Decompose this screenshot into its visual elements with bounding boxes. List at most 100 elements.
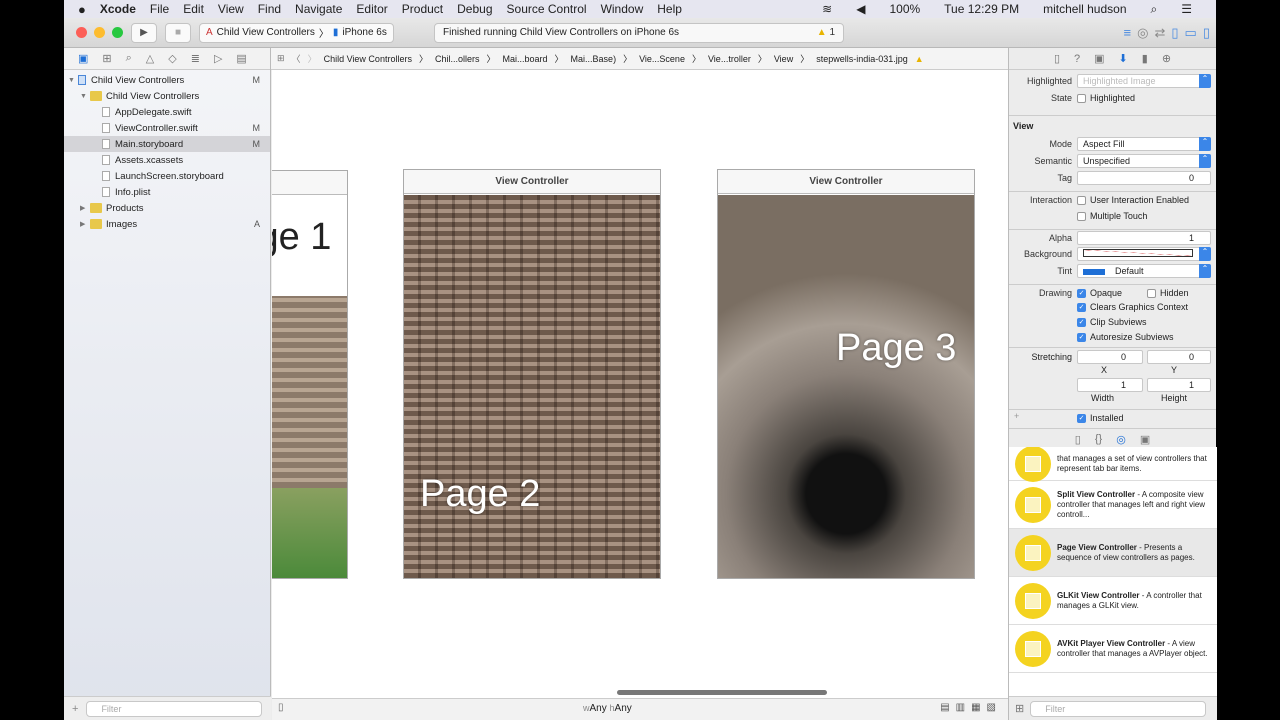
disclosure-triangle-icon[interactable]: ▼	[80, 93, 90, 100]
installed-checkbox[interactable]: ✓ Installed	[1077, 413, 1124, 423]
content-mode-select[interactable]: Aspect Fill	[1077, 137, 1211, 151]
alpha-stepper[interactable]: 1	[1077, 231, 1211, 245]
navigator-item[interactable]: Assets.xcassets	[64, 152, 270, 168]
identity-inspector-icon[interactable]: ▣	[1094, 52, 1104, 65]
breadcrumb-folder[interactable]: Chil...ollers	[435, 54, 480, 64]
breadcrumb-scene[interactable]: Vie...Scene	[639, 54, 685, 64]
menu-file[interactable]: File	[150, 2, 169, 16]
object-library-list[interactable]: that manages a set of view controllers t…	[1009, 447, 1217, 696]
semantic-select[interactable]: Unspecified	[1077, 154, 1211, 168]
connections-inspector-icon[interactable]: ⊕	[1162, 52, 1171, 65]
related-items-icon[interactable]: ⊞	[277, 53, 285, 64]
breadcrumb-controller[interactable]: Vie...troller	[708, 54, 751, 64]
notification-center-icon[interactable]: ☰	[1181, 2, 1192, 17]
navigator-item[interactable]: ▼ Child View Controllers M	[64, 72, 270, 88]
add-icon[interactable]: +	[72, 703, 78, 715]
run-button[interactable]: ▶	[131, 22, 157, 43]
navigator-item[interactable]: ViewController.swift M	[64, 120, 270, 136]
minimize-window-button[interactable]	[94, 27, 105, 38]
menu-editor[interactable]: Editor	[356, 2, 387, 16]
object-library-icon[interactable]: ◎	[1116, 433, 1126, 446]
horizontal-scrollbar[interactable]	[617, 690, 827, 695]
warning-icon[interactable]: ▲	[915, 54, 924, 64]
stretch-width-stepper[interactable]: 1	[1077, 378, 1143, 392]
file-template-library-icon[interactable]: ▯	[1075, 433, 1081, 446]
report-navigator-icon[interactable]: ▤	[236, 52, 246, 65]
autolayout-buttons[interactable]: ▤▥▦▧	[940, 702, 1002, 713]
menu-view[interactable]: View	[218, 2, 244, 16]
highlighted-checkbox[interactable]: Highlighted	[1077, 93, 1135, 103]
menu-product[interactable]: Product	[402, 2, 443, 16]
disclosure-triangle-icon[interactable]: ▶	[80, 220, 90, 228]
toggle-debug-area-icon[interactable]: ▭	[1185, 25, 1197, 41]
breadcrumb-image[interactable]: stepwells-india-031.jpg	[816, 54, 908, 64]
stretch-y-stepper[interactable]: 0	[1147, 350, 1211, 364]
quick-help-icon[interactable]: ?	[1074, 53, 1080, 65]
apple-menu-icon[interactable]: ●	[78, 2, 86, 17]
library-item[interactable]: Page View Controller - Presents a sequen…	[1009, 529, 1217, 577]
menu-window[interactable]: Window	[601, 2, 644, 16]
toggle-utilities-icon[interactable]: ▯	[1203, 25, 1210, 41]
stretch-x-stepper[interactable]: 0	[1077, 350, 1143, 364]
navigator-item[interactable]: ▼ Child View Controllers	[64, 88, 270, 104]
breadcrumb-project[interactable]: Child View Controllers	[324, 54, 412, 64]
add-variation-icon[interactable]: +	[1014, 411, 1019, 421]
disclosure-triangle-icon[interactable]: ▼	[68, 77, 78, 84]
navigator-item[interactable]: Info.plist	[64, 184, 270, 200]
code-snippet-library-icon[interactable]: {}	[1095, 433, 1102, 445]
library-filter-input[interactable]: Filter	[1030, 700, 1207, 717]
scene-page-2[interactable]: View Controller Page 2	[403, 169, 661, 579]
size-class-control[interactable]: wAny hAny	[583, 703, 632, 714]
clock[interactable]: Tue 12:29 PM	[944, 2, 1019, 17]
menu-help[interactable]: Help	[657, 2, 682, 16]
library-item[interactable]: Split View Controller - A composite view…	[1009, 481, 1217, 529]
test-navigator-icon[interactable]: ◇	[168, 52, 176, 65]
grid-view-icon[interactable]: ⊞	[1015, 702, 1024, 715]
issue-navigator-icon[interactable]: △	[146, 52, 154, 65]
breakpoint-navigator-icon[interactable]: ▷	[214, 52, 222, 65]
project-navigator-icon[interactable]: ▣	[78, 52, 88, 65]
menu-source-control[interactable]: Source Control	[507, 2, 587, 16]
scene-page-1[interactable]: Page 1	[272, 170, 348, 579]
assistant-editor-icon[interactable]: ◎	[1137, 25, 1148, 41]
opaque-checkbox[interactable]: ✓ Opaque	[1077, 288, 1122, 298]
scene-page-3[interactable]: View Controller Page 3	[717, 169, 975, 579]
menu-debug[interactable]: Debug	[457, 2, 492, 16]
clip-subviews-checkbox[interactable]: ✓ Clip Subviews	[1077, 317, 1147, 327]
close-window-button[interactable]	[76, 27, 87, 38]
document-outline-toggle-icon[interactable]: ▯	[278, 702, 284, 713]
navigator-item[interactable]: ▶ Images A	[64, 216, 270, 232]
navigator-filter-input[interactable]: Filter	[86, 700, 263, 717]
battery-percent[interactable]: 100%	[889, 2, 920, 17]
stretch-height-stepper[interactable]: 1	[1147, 378, 1211, 392]
back-button[interactable]: 〈	[292, 52, 301, 65]
tag-stepper[interactable]: 0	[1077, 171, 1211, 185]
zoom-window-button[interactable]	[112, 27, 123, 38]
breadcrumb-base[interactable]: Mai...Base)	[571, 54, 617, 64]
highlighted-image-select[interactable]: Highlighted Image	[1077, 74, 1211, 88]
debug-navigator-icon[interactable]: ≣	[191, 52, 200, 65]
standard-editor-icon[interactable]: ≡	[1124, 25, 1132, 41]
disclosure-triangle-icon[interactable]: ▶	[80, 204, 90, 212]
library-item[interactable]: GLKit View Controller - A controller tha…	[1009, 577, 1217, 625]
navigator-item[interactable]: ▶ Products	[64, 200, 270, 216]
wifi-icon[interactable]: ≋	[822, 2, 832, 17]
user-name[interactable]: mitchell hudson	[1043, 2, 1126, 17]
navigator-item[interactable]: LaunchScreen.storyboard	[64, 168, 270, 184]
storyboard-canvas[interactable]: Page 1 View Controller Page 2 View Contr…	[272, 70, 1008, 698]
spotlight-search-icon[interactable]: ⌕	[1151, 2, 1158, 17]
navigator-item[interactable]: AppDelegate.swift	[64, 104, 270, 120]
library-item[interactable]: that manages a set of view controllers t…	[1009, 447, 1217, 482]
breadcrumb-storyboard[interactable]: Mai...board	[503, 54, 548, 64]
user-interaction-checkbox[interactable]: User Interaction Enabled	[1077, 195, 1189, 205]
forward-button[interactable]: 〉	[308, 52, 317, 65]
menu-navigate[interactable]: Navigate	[295, 2, 342, 16]
menu-app[interactable]: Xcode	[100, 2, 136, 16]
background-color-select[interactable]	[1077, 247, 1211, 261]
toggle-navigator-icon[interactable]: ▯	[1171, 25, 1178, 41]
hidden-checkbox[interactable]: Hidden	[1147, 288, 1189, 298]
file-inspector-icon[interactable]: ▯	[1054, 52, 1060, 65]
attributes-inspector-icon[interactable]: ⬇	[1119, 52, 1128, 65]
symbol-navigator-icon[interactable]: ⊞	[102, 52, 111, 65]
warning-count[interactable]: ▲ 1	[817, 27, 835, 38]
